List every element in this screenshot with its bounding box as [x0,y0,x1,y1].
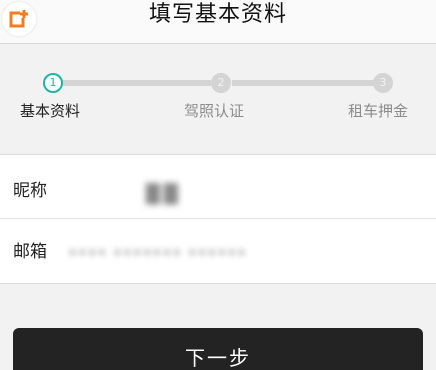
step-2-indicator: 2 [211,73,231,93]
nickname-input[interactable]: ██ [146,185,182,205]
step-3-label: 租车押金 [348,102,409,120]
email-label: 邮箱 [13,242,47,262]
step-track-1 [61,80,211,86]
profile-form: 昵称 ██ 邮箱 •••• ••••••• •••••• [0,154,436,284]
progress-steps: 1 2 3 基本资料 驾照认证 租车押金 [0,45,436,153]
email-input[interactable]: •••• ••••••• •••••• [68,243,247,263]
step-3-indicator: 3 [373,73,393,93]
step-track-2 [232,80,374,86]
nickname-label: 昵称 [13,181,47,201]
page-title: 填写基本资料 [148,2,287,27]
step-1-label: 基本资料 [20,102,81,120]
header-bar: 填写基本资料 [0,0,436,44]
email-field[interactable]: 邮箱 •••• ••••••• •••••• [0,220,436,284]
step-1-indicator: 1 [43,73,63,93]
nickname-field[interactable]: 昵称 ██ [0,155,436,219]
next-step-button[interactable]: 下一步 [13,328,423,370]
step-2-label: 驾照认证 [184,102,245,120]
